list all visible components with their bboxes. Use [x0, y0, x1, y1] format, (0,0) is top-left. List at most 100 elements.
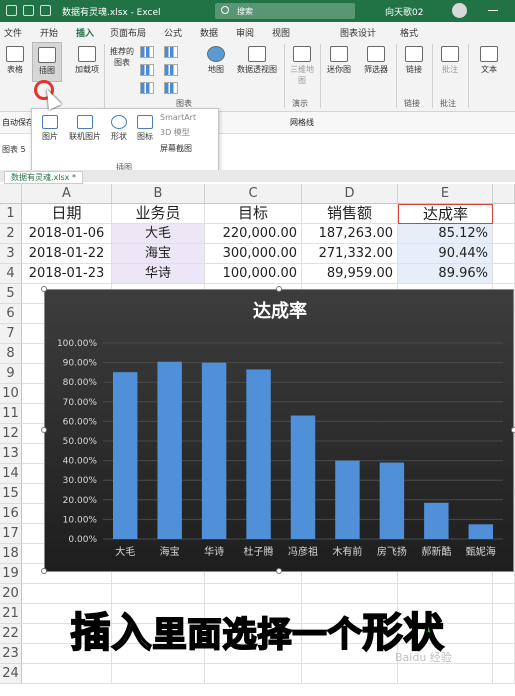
column-header-a[interactable]: A — [22, 184, 112, 204]
chart-resize-handle[interactable] — [511, 427, 515, 433]
row-header[interactable]: 5 — [0, 284, 22, 304]
chart-bar[interactable] — [246, 369, 271, 539]
table-header-cell[interactable]: 业务员 — [112, 204, 205, 224]
row-header[interactable]: 24 — [0, 664, 22, 684]
column-header-e[interactable]: E — [398, 184, 493, 204]
autosave-label[interactable]: 自动保存 — [2, 117, 34, 128]
chart-resize-handle[interactable] — [276, 286, 282, 292]
3d-model-button[interactable]: 3D 模型 — [160, 127, 190, 138]
avatar[interactable] — [452, 3, 467, 18]
column-header-d[interactable]: D — [302, 184, 398, 204]
table-cell[interactable]: 90.44% — [398, 244, 493, 264]
row-header[interactable]: 2 — [0, 224, 22, 244]
pivotchart-button[interactable]: 数据透视图 — [234, 46, 280, 75]
table-cell[interactable]: 100,000.00 — [205, 264, 302, 284]
text-button[interactable]: 文本 — [474, 46, 504, 75]
row-header[interactable]: 11 — [0, 404, 22, 424]
table-cell[interactable] — [493, 264, 515, 284]
row-header[interactable]: 10 — [0, 384, 22, 404]
table-cell[interactable] — [493, 664, 515, 684]
tab-view[interactable]: 视图 — [272, 26, 290, 39]
row-header[interactable]: 9 — [0, 364, 22, 384]
column-chart-icon[interactable] — [140, 46, 154, 58]
tab-page-layout[interactable]: 页面布局 — [110, 26, 146, 39]
table-header-cell[interactable]: 日期 — [22, 204, 112, 224]
bar-chart[interactable]: 达成率 0.00% 10.00% 20.00% 30.00% 40.00% 50.00% 60… — [44, 289, 514, 572]
maps-button[interactable]: 地图 — [202, 46, 230, 75]
chart-bar[interactable] — [379, 462, 405, 539]
table-header-cell[interactable]: 目标 — [205, 204, 302, 224]
column-header-b[interactable]: B — [112, 184, 205, 204]
row-header[interactable]: 18 — [0, 544, 22, 564]
row-header[interactable]: 4 — [0, 264, 22, 284]
workbook-tab[interactable]: 数据有灵魂.xlsx * — [4, 171, 83, 184]
chart-resize-handle[interactable] — [41, 427, 47, 433]
chart-resize-handle[interactable] — [41, 568, 47, 574]
row-header[interactable]: 1 — [0, 204, 22, 224]
row-header[interactable]: 13 — [0, 444, 22, 464]
slicer-button[interactable]: 筛选器 — [360, 46, 392, 75]
table-cell[interactable]: 220,000.00 — [205, 224, 302, 244]
row-header[interactable]: 12 — [0, 424, 22, 444]
tab-chart-design[interactable]: 图表设计 — [340, 26, 376, 39]
statistic-chart-icon[interactable] — [164, 64, 178, 76]
3d-map-button[interactable]: 三维地图 — [288, 46, 316, 86]
online-picture-button[interactable]: 联机图片 — [66, 115, 104, 142]
picture-button[interactable]: 图片 — [38, 115, 62, 142]
name-box[interactable]: 图表 5 — [0, 142, 30, 156]
user-name[interactable]: 向天歌02 — [385, 5, 423, 18]
table-cell[interactable]: 89,959.00 — [302, 264, 398, 284]
table-cell[interactable]: 187,263.00 — [302, 224, 398, 244]
table-cell[interactable] — [302, 664, 398, 684]
table-cell[interactable] — [493, 244, 515, 264]
table-header-cell[interactable]: 销售额 — [302, 204, 398, 224]
table-cell[interactable]: 海宝 — [112, 244, 205, 264]
select-all-corner[interactable] — [0, 184, 22, 204]
row-header[interactable]: 6 — [0, 304, 22, 324]
row-header[interactable]: 3 — [0, 244, 22, 264]
chart-bar[interactable] — [157, 361, 182, 539]
addins-button[interactable]: 加载项 — [72, 46, 102, 75]
link-button[interactable]: 链接 — [400, 46, 428, 75]
icons-button[interactable]: 图标 — [134, 115, 156, 142]
smartart-button[interactable]: SmartArt — [160, 113, 196, 122]
redo-icon[interactable] — [40, 5, 51, 16]
comment-button[interactable]: 批注 — [436, 46, 464, 75]
screenshot-button[interactable]: 屏幕截图 — [160, 143, 192, 154]
chart-bar[interactable] — [335, 460, 360, 539]
table-cell[interactable] — [112, 664, 205, 684]
recommended-charts-button[interactable]: 推荐的图表 — [108, 46, 170, 351]
combo-chart-icon[interactable] — [164, 82, 178, 94]
table-cell[interactable]: 2018-01-23 — [22, 264, 112, 284]
chart-bar[interactable] — [290, 415, 316, 539]
table-cell[interactable] — [205, 664, 302, 684]
chart-resize-handle[interactable] — [276, 568, 282, 574]
line-chart-icon[interactable] — [140, 64, 154, 76]
minimize-icon[interactable] — [488, 10, 498, 11]
tab-formulas[interactable]: 公式 — [164, 26, 182, 39]
row-header[interactable]: 14 — [0, 464, 22, 484]
table-cell[interactable]: 85.12% — [398, 224, 493, 244]
chart-bar[interactable] — [201, 362, 227, 539]
tab-format[interactable]: 格式 — [400, 26, 418, 39]
table-cell[interactable]: 89.96% — [398, 264, 493, 284]
undo-icon[interactable] — [23, 5, 34, 16]
table-cell[interactable]: 271,332.00 — [302, 244, 398, 264]
row-header[interactable]: 8 — [0, 344, 22, 364]
table-cell[interactable] — [493, 204, 515, 224]
tab-home[interactable]: 开始 — [40, 26, 58, 39]
table-cell[interactable]: 2018-01-06 — [22, 224, 112, 244]
table-cell[interactable]: 华诗 — [112, 264, 205, 284]
tab-data[interactable]: 数据 — [200, 26, 218, 39]
table-cell[interactable] — [398, 664, 493, 684]
chart-bar[interactable] — [424, 502, 449, 539]
row-header[interactable]: 17 — [0, 524, 22, 544]
chart-bar[interactable] — [468, 524, 493, 539]
shapes-button[interactable]: 形状 — [106, 115, 132, 142]
column-header-f[interactable] — [493, 184, 515, 204]
row-header[interactable]: 7 — [0, 324, 22, 344]
column-header-c[interactable]: C — [205, 184, 302, 204]
search-box[interactable]: 搜索 — [215, 3, 355, 19]
table-cell[interactable] — [493, 224, 515, 244]
gridlines-toggle[interactable]: 网格线 — [290, 117, 314, 128]
